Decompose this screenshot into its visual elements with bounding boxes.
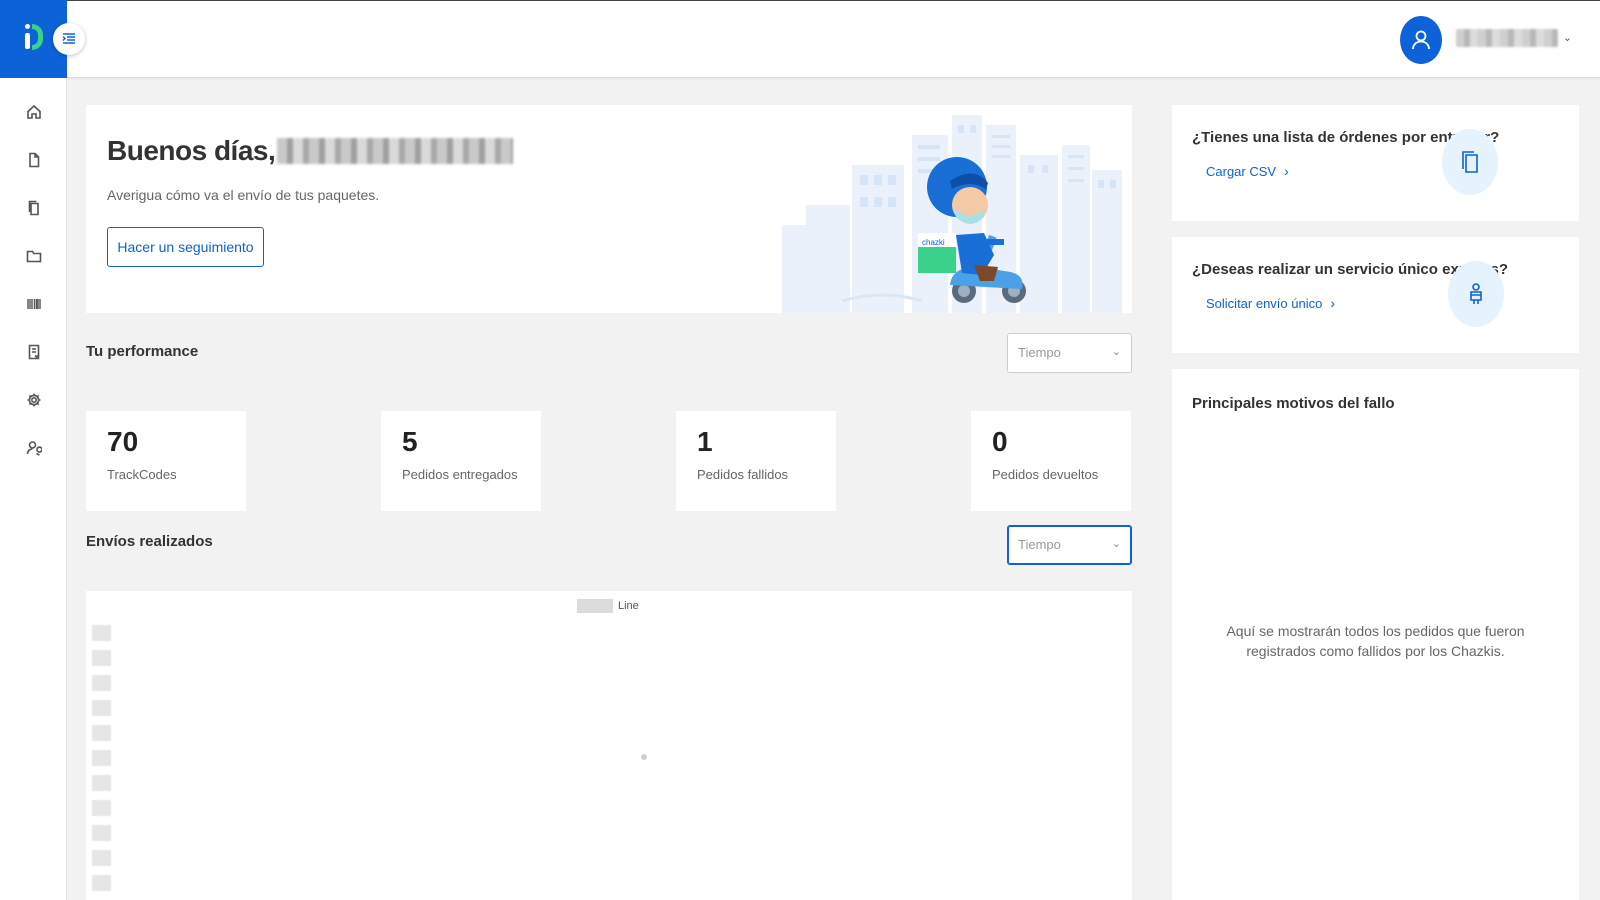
courier-icon	[1470, 283, 1482, 304]
home-icon	[26, 104, 41, 119]
y-tick-placeholder	[92, 775, 111, 791]
y-tick-placeholder	[92, 725, 111, 741]
chevron-down-icon: ⌄	[1111, 538, 1121, 550]
performance-filter-placeholder: Tiempo	[1018, 345, 1061, 360]
chevron-right-icon: ›	[1330, 295, 1336, 311]
stats-row: 70 TrackCodes 5 Pedidos entregados 1 Ped…	[86, 411, 1132, 511]
right-column: ¿Tienes una lista de órdenes por entrega…	[1172, 105, 1579, 900]
request-single-shipment-label: Solicitar envío único	[1206, 295, 1323, 311]
copy-icon-badge	[1442, 129, 1498, 195]
y-tick-placeholder	[92, 750, 111, 766]
shipments-time-filter[interactable]: Tiempo ⌄	[1007, 525, 1132, 565]
y-tick-placeholder	[92, 650, 111, 666]
stat-value: 1	[697, 426, 713, 457]
menu-indent-icon	[62, 33, 75, 44]
failure-reasons-empty-message: Aquí se mostrarán todos los pedidos que …	[1226, 623, 1525, 659]
courier-illustration: chazki	[782, 115, 1122, 313]
welcome-subtitle: Averigua cómo va el envío de tus paquete…	[107, 187, 380, 203]
sidebar-item-invoice[interactable]	[0, 328, 67, 376]
sidebar-item-user-search[interactable]	[0, 424, 67, 472]
chevron-down-icon[interactable]: ⌄	[1563, 31, 1572, 44]
chart-y-axis	[92, 625, 111, 900]
document-icon	[28, 152, 39, 168]
sidebar-item-folder[interactable]	[0, 232, 67, 280]
legend-label: Line	[618, 600, 639, 612]
chart-loading-dot	[641, 754, 647, 760]
main-content: Buenos días, Averigua cómo va el envío d…	[86, 105, 1132, 900]
performance-header: Tu performance Tiempo ⌄	[86, 333, 1132, 411]
sidebar-toggle-button[interactable]	[53, 23, 85, 55]
y-tick-placeholder	[92, 625, 111, 641]
failure-reasons-title: Principales motivos del fallo	[1192, 395, 1395, 412]
shipments-filter-placeholder: Tiempo	[1018, 537, 1061, 552]
stat-label: TrackCodes	[107, 467, 177, 482]
shipments-title: Envíos realizados	[86, 533, 213, 550]
folder-icon	[26, 250, 41, 263]
sidebar	[0, 0, 67, 900]
stat-value: 5	[402, 426, 418, 457]
y-tick-placeholder	[92, 825, 111, 841]
stat-label: Pedidos entregados	[402, 467, 518, 482]
upload-csv-label: Cargar CSV	[1206, 163, 1277, 179]
stat-label: Pedidos devueltos	[992, 467, 1099, 482]
chevron-down-icon: ⌄	[1111, 346, 1121, 358]
illustration-brand-text: chazki	[922, 238, 945, 247]
user-avatar[interactable]	[1400, 16, 1442, 64]
legend-swatch	[577, 599, 613, 613]
barcode-icon	[26, 299, 41, 309]
y-tick-placeholder	[92, 675, 111, 691]
stat-card-failed: 1 Pedidos fallidos	[676, 411, 836, 511]
stat-value: 70	[107, 426, 139, 457]
shipments-header: Envíos realizados Tiempo ⌄	[86, 525, 1132, 591]
stat-card-trackcodes: 70 TrackCodes	[86, 411, 246, 511]
sidebar-item-settings[interactable]	[0, 376, 67, 424]
express-service-card: ¿Deseas realizar un servicio único expre…	[1172, 237, 1579, 353]
greeting-text: Buenos días,	[107, 135, 276, 166]
greeting-heading: Buenos días,	[107, 135, 514, 167]
track-shipment-button[interactable]: Hacer un seguimiento	[107, 227, 264, 267]
courier-icon-badge	[1448, 261, 1504, 327]
sidebar-nav	[0, 88, 66, 472]
sidebar-item-home[interactable]	[0, 88, 67, 136]
y-tick-placeholder	[92, 850, 111, 866]
csv-upload-card: ¿Tienes una lista de órdenes por entrega…	[1172, 105, 1579, 221]
stat-card-returned: 0 Pedidos devueltos	[971, 411, 1131, 511]
sidebar-item-barcode[interactable]	[0, 280, 67, 328]
failure-reasons-card: Principales motivos del fallo Aquí se mo…	[1172, 369, 1579, 900]
y-tick-placeholder	[92, 875, 111, 891]
user-name-redacted	[277, 138, 514, 164]
copy-icon	[1462, 151, 1478, 173]
performance-title: Tu performance	[86, 343, 199, 360]
gear-icon	[27, 393, 40, 407]
sidebar-item-copy[interactable]	[0, 184, 67, 232]
copy-icon	[28, 200, 39, 216]
request-single-shipment-link[interactable]: Solicitar envío único ›	[1206, 295, 1335, 311]
stat-value: 0	[992, 426, 1008, 457]
upload-csv-link[interactable]: Cargar CSV ›	[1206, 163, 1289, 179]
user-name-redacted[interactable]	[1456, 29, 1558, 47]
shipments-chart: Line	[86, 591, 1132, 900]
y-tick-placeholder	[92, 700, 111, 716]
sidebar-item-document[interactable]	[0, 136, 67, 184]
stat-label: Pedidos fallidos	[697, 467, 789, 482]
user-search-icon	[26, 441, 42, 456]
y-tick-placeholder	[92, 800, 111, 816]
performance-time-filter[interactable]: Tiempo ⌄	[1007, 333, 1132, 373]
chevron-right-icon: ›	[1284, 163, 1289, 179]
user-icon	[1412, 30, 1430, 50]
top-header: ⌄	[67, 0, 1600, 78]
chart-legend[interactable]: Line	[577, 599, 639, 613]
stat-card-delivered: 5 Pedidos entregados	[381, 411, 541, 511]
invoice-icon	[28, 344, 40, 360]
welcome-card: Buenos días, Averigua cómo va el envío d…	[86, 105, 1132, 313]
